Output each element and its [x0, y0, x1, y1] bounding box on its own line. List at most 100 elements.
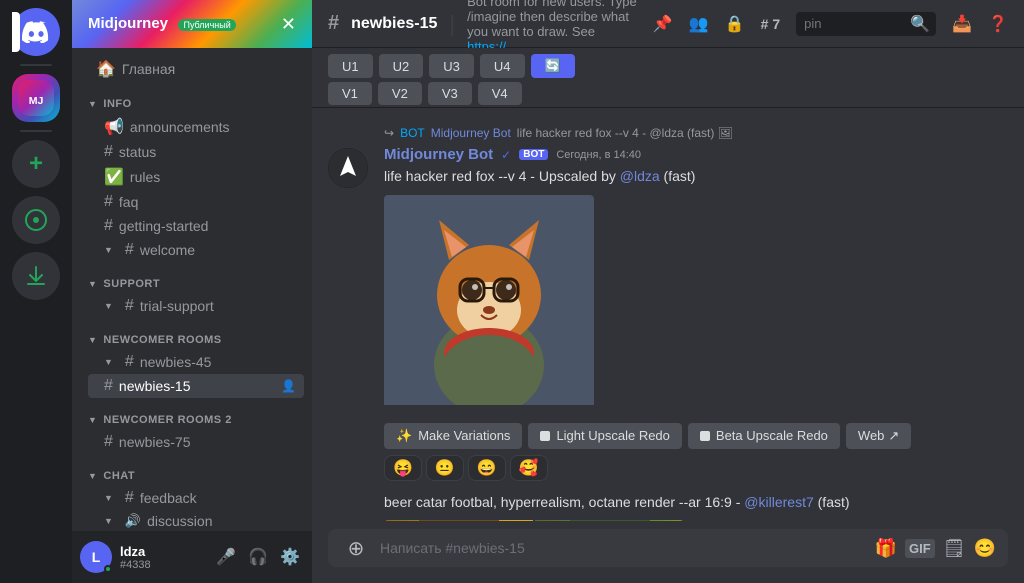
reply-icon: ↪: [384, 126, 394, 140]
bot-avatar: [328, 148, 368, 188]
server-header-chevron-icon: ✕: [281, 14, 296, 35]
reaction-😄[interactable]: 😄: [468, 455, 506, 481]
upscale-v1-button[interactable]: V1: [328, 82, 372, 105]
channel-newbies-75[interactable]: # newbies-75: [88, 430, 304, 454]
newcomer-arrow-icon: [88, 334, 99, 346]
user-panel: L ldza #4338 🎤 🎧 ⚙️: [72, 531, 312, 583]
channel-faq[interactable]: # faq: [88, 190, 304, 214]
channel-discussion[interactable]: 🔊 discussion: [88, 510, 304, 531]
make-variations-button[interactable]: ✨ Make Variations: [384, 423, 522, 449]
football-img-lemon-1: [535, 520, 684, 521]
member-list-button[interactable]: 👥: [689, 14, 709, 34]
mute-button[interactable]: 🎤: [212, 543, 240, 571]
midjourney-server-icon[interactable]: MJ: [12, 74, 60, 122]
channel-trial-support[interactable]: # trial-support: [88, 294, 304, 318]
message-input[interactable]: [380, 529, 867, 567]
fox-image: [384, 195, 594, 405]
online-status-dot: [104, 565, 112, 573]
light-upscale-redo-button[interactable]: Light Upscale Redo: [528, 423, 681, 449]
channel-newbies-15[interactable]: # newbies-15 👤: [88, 374, 304, 398]
section-info-label: INFO: [103, 98, 131, 110]
feedback-arrow-icon: [104, 493, 115, 503]
channel-status[interactable]: # status: [88, 140, 304, 164]
chat-arrow-icon: [88, 470, 99, 482]
fox-image-container: [384, 195, 594, 410]
server-list: MJ +: [0, 0, 72, 583]
reactions-row: 😝 😐 😄 🥰: [384, 455, 1008, 481]
deafen-button[interactable]: 🎧: [244, 543, 272, 571]
explore-servers-button[interactable]: [12, 196, 60, 244]
threads-button[interactable]: 🔒: [725, 14, 745, 34]
server-divider-2: [20, 130, 52, 132]
search-box[interactable]: 🔍: [796, 12, 936, 36]
member-count: # 7: [761, 16, 780, 32]
sticker-button[interactable]: 🗒: [943, 538, 966, 559]
inbox-button[interactable]: 📥: [952, 14, 972, 34]
upscale-u4-button[interactable]: U4: [480, 54, 525, 78]
reaction-😝[interactable]: 😝: [384, 455, 422, 481]
search-icon: 🔍: [910, 14, 930, 34]
active-indicator: [12, 12, 20, 52]
upscale-u3-button[interactable]: U3: [429, 54, 474, 78]
emoji-button[interactable]: 😊: [974, 538, 996, 559]
upscale-v4-button[interactable]: V4: [478, 82, 522, 105]
help-button[interactable]: ❓: [988, 14, 1008, 34]
header-actions: 📌 👥 🔒 # 7 🔍 📥 ❓: [653, 12, 1008, 36]
welcome-hash-icon: #: [125, 241, 134, 259]
channel-welcome[interactable]: # welcome: [88, 238, 304, 262]
download-button[interactable]: [12, 252, 60, 300]
beta-upscale-redo-button[interactable]: Beta Upscale Redo: [688, 423, 840, 449]
reaction-😐[interactable]: 😐: [426, 455, 464, 481]
section-newcomer-rooms-2-channels: # newbies-75: [72, 430, 312, 454]
channel-rules[interactable]: ✅ rules: [88, 164, 304, 190]
section-info-header[interactable]: INFO: [72, 82, 312, 114]
channel-status-name: status: [119, 144, 296, 160]
trial-arrow-icon: [104, 301, 115, 311]
bot-badge: BOT: [519, 149, 548, 160]
message-fox: Midjourney Bot ✓ BOT Сегодня, в 14:40 li…: [312, 142, 1024, 485]
upscale-u2-button[interactable]: U2: [379, 54, 424, 78]
upscale-v3-button[interactable]: V3: [428, 82, 472, 105]
channel-feedback[interactable]: # feedback: [88, 486, 304, 510]
channel-newbies-45[interactable]: # newbies-45: [88, 350, 304, 374]
channel-header: # newbies-15 | Bot room for new users. T…: [312, 0, 1024, 48]
refresh-button[interactable]: 🔄: [531, 54, 575, 78]
home-item[interactable]: 🏠 Главная: [80, 56, 304, 82]
server-item-discord[interactable]: [12, 8, 60, 56]
settings-button[interactable]: ⚙️: [276, 543, 304, 571]
mention-ldza: @ldza: [620, 168, 660, 184]
main-content: # newbies-15 | Bot room for new users. T…: [312, 0, 1024, 583]
add-attachment-button[interactable]: ⊕: [340, 532, 372, 564]
gif-button[interactable]: GIF: [905, 539, 935, 558]
newbies-45-arrow-icon: [104, 357, 115, 367]
section-newcomer-rooms-channels: # newbies-45 # newbies-15 👤: [72, 350, 312, 398]
user-info: ldza #4338: [120, 544, 204, 571]
channel-announcements[interactable]: 📢 announcements: [88, 114, 304, 140]
search-input[interactable]: [804, 16, 904, 31]
server-name: Midjourney: [88, 15, 168, 32]
web-button[interactable]: Web ↗: [846, 423, 911, 449]
server-header[interactable]: Midjourney Публичный ✕: [72, 0, 312, 48]
message-reference: ↪ BOT Midjourney Bot life hacker red fox…: [312, 124, 1024, 142]
server-item-midjourney[interactable]: MJ: [12, 74, 60, 122]
mention-killerest7: @killerest7: [744, 494, 813, 510]
section-newcomer-rooms-header[interactable]: NEWCOMER ROOMS: [72, 318, 312, 350]
section-chat-label: CHAT: [103, 470, 135, 482]
section-support-header[interactable]: SUPPORT: [72, 262, 312, 294]
channel-trial-support-name: trial-support: [140, 298, 296, 314]
getting-started-hash-icon: #: [104, 217, 113, 235]
add-server-button[interactable]: +: [12, 140, 60, 188]
ref-author: Midjourney Bot: [431, 126, 511, 140]
home-icon: 🏠: [96, 59, 116, 79]
section-chat-header[interactable]: CHAT: [72, 454, 312, 486]
upscale-u1-button[interactable]: U1: [328, 54, 373, 78]
reaction-🥰[interactable]: 🥰: [510, 455, 548, 481]
user-controls: 🎤 🎧 ⚙️: [212, 543, 304, 571]
section-newcomer-rooms-2-header[interactable]: NEWCOMER ROOMS 2: [72, 398, 312, 430]
upscale-v2-button[interactable]: V2: [378, 82, 422, 105]
nitro-button[interactable]: 🎁: [875, 538, 897, 559]
pin-button[interactable]: 📌: [653, 14, 673, 34]
header-divider: |: [449, 11, 455, 37]
channel-newbies-45-name: newbies-45: [140, 354, 296, 370]
channel-getting-started[interactable]: # getting-started: [88, 214, 304, 238]
